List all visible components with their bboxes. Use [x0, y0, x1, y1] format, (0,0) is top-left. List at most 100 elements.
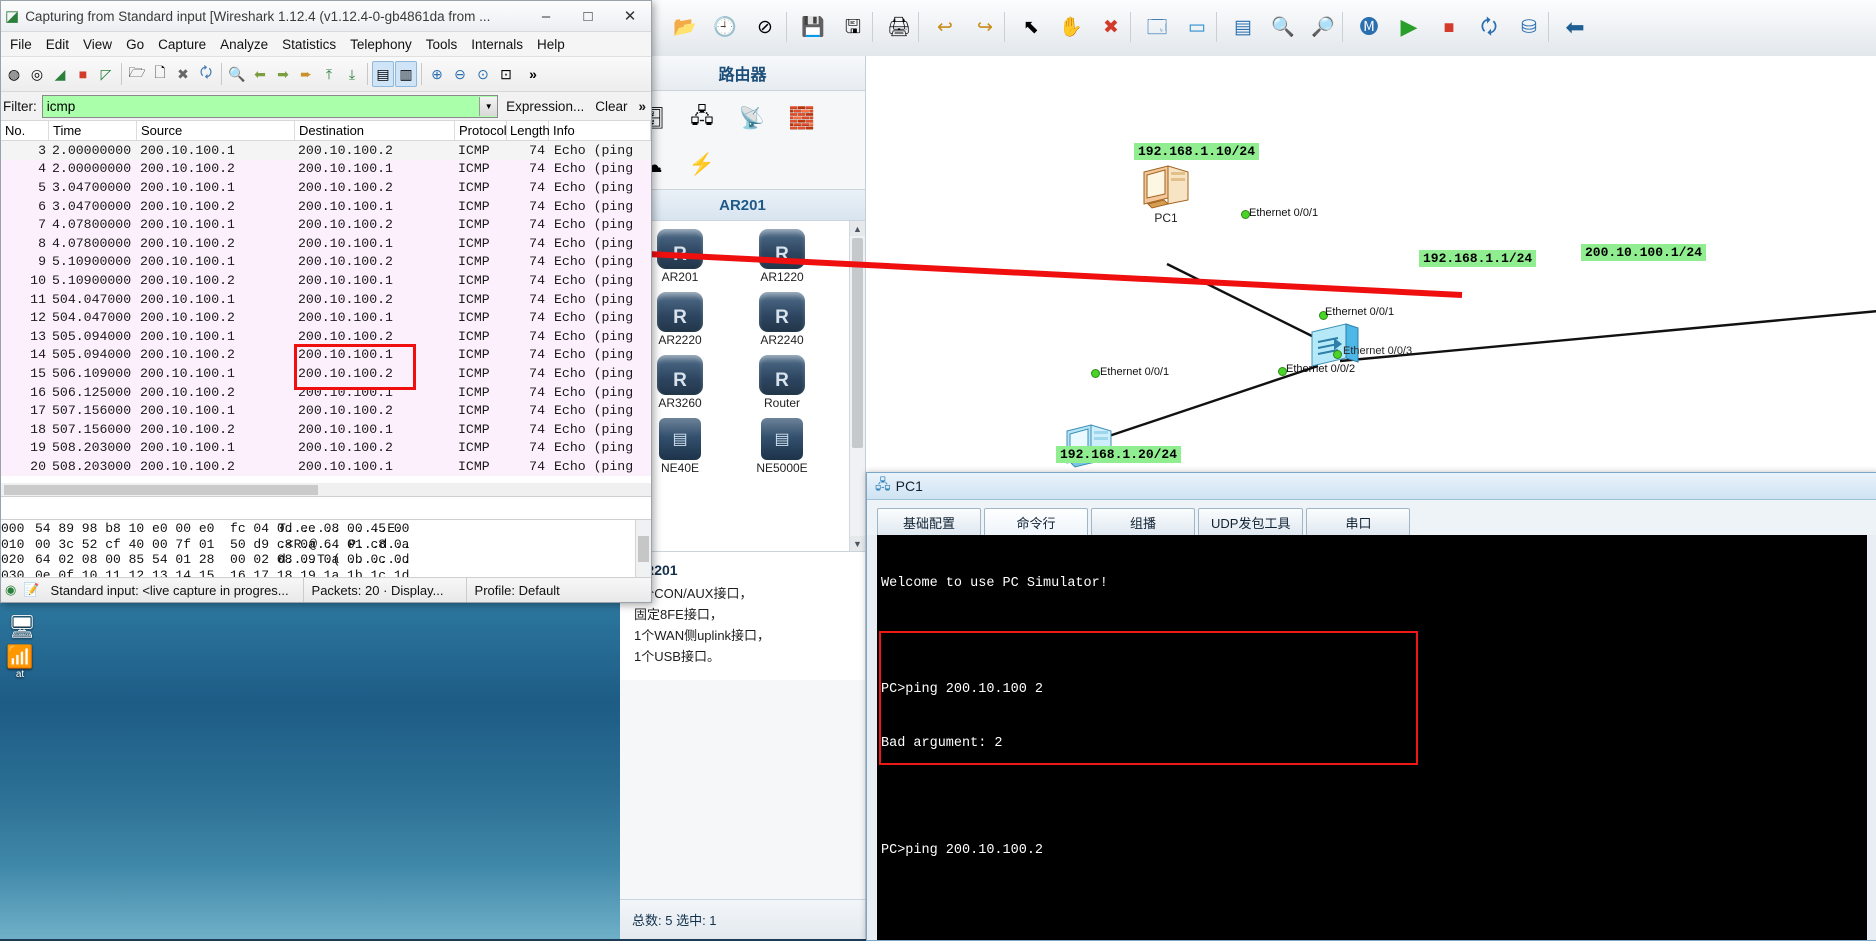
- column-source[interactable]: Source: [137, 121, 295, 140]
- save-as-icon[interactable]: 🖫: [834, 8, 872, 46]
- menu-tools[interactable]: Tools: [419, 35, 465, 54]
- table-row[interactable]: 6 3.04700000 200.10.100.2 200.10.100.1 ICMP 7…: [1, 196, 651, 216]
- filter-input[interactable]: icmp: [43, 99, 479, 114]
- save-icon[interactable]: 💾: [794, 8, 832, 46]
- packet-bytes-pane[interactable]: 000 54 89 98 b8 10 e0 00 e0 fc 04 0d ee 0…: [1, 519, 651, 584]
- table-row[interactable]: 18 507.156000 200.10.100.2 200.10.100.1 ICMP…: [1, 419, 651, 439]
- packet-list-hscrollbar[interactable]: [1, 483, 651, 496]
- scrollbar-thumb[interactable]: [638, 536, 649, 562]
- maximize-button[interactable]: □: [567, 2, 609, 31]
- print-icon[interactable]: 🖨: [880, 8, 918, 46]
- table-row[interactable]: 3 2.00000000 200.10.100.1 200.10.100.2 ICMP 7…: [1, 141, 651, 160]
- menu-file[interactable]: File: [3, 35, 39, 54]
- chevron-down-icon[interactable]: ▼: [479, 96, 498, 116]
- minimize-button[interactable]: –: [525, 2, 567, 31]
- tab-serial-port[interactable]: 串口: [1306, 508, 1411, 535]
- text-box-icon[interactable]: ▭: [1178, 8, 1216, 46]
- shape-icon[interactable]: ▤: [1224, 8, 1262, 46]
- start-capture-icon[interactable]: ◢: [49, 61, 71, 87]
- table-row[interactable]: 10 5.10900000 200.10.100.2 200.10.100.1 ICMP…: [1, 271, 651, 290]
- device-list[interactable]: R AR201 R AR1220 R AR2220 R AR2240 R AR3…: [620, 221, 865, 552]
- close-file-icon[interactable]: ✖: [172, 61, 194, 87]
- tab-udp-tool[interactable]: UDP发包工具: [1198, 508, 1304, 535]
- start-all-icon[interactable]: ▶: [1390, 8, 1428, 46]
- scroll-down-icon[interactable]: ▼: [850, 536, 865, 551]
- select-pointer-icon[interactable]: ⬉: [1012, 8, 1050, 46]
- device-item-router[interactable]: R Router: [744, 355, 820, 410]
- menu-capture[interactable]: Capture: [151, 35, 213, 54]
- zoom-out-icon[interactable]: ⊖: [449, 61, 471, 87]
- tab-basic-config[interactable]: 基础配置: [877, 508, 981, 535]
- table-row[interactable]: 19 508.203000 200.10.100.1 200.10.100.2 ICMP…: [1, 438, 651, 458]
- wlan-category-icon[interactable]: 📡: [730, 99, 774, 139]
- tab-command-line[interactable]: 命令行: [984, 508, 1088, 535]
- column-time[interactable]: Time: [49, 121, 137, 140]
- hex-scrollbar[interactable]: [635, 520, 651, 583]
- menu-view[interactable]: View: [76, 35, 119, 54]
- go-forward-icon[interactable]: ➡: [272, 61, 294, 87]
- device-item-ar3260[interactable]: R AR3260: [642, 355, 718, 410]
- table-row[interactable]: 5 3.04700000 200.10.100.1 200.10.100.2 ICMP 7…: [1, 178, 651, 197]
- redo-icon[interactable]: ↪: [966, 8, 1004, 46]
- table-row[interactable]: 11 504.047000 200.10.100.1 200.10.100.2 ICMP…: [1, 289, 651, 309]
- packet-list[interactable]: No. Time Source Destination Protocol Len…: [1, 121, 651, 497]
- exit-icon[interactable]: ⬅: [1556, 8, 1594, 46]
- go-back-icon[interactable]: ⬅: [249, 61, 271, 87]
- tab-multicast[interactable]: 组播: [1091, 508, 1195, 535]
- device-item-ne5000e[interactable]: ▤ NE5000E: [744, 418, 820, 475]
- find-packet-icon[interactable]: 🔍: [226, 61, 248, 87]
- undo-icon[interactable]: ↩: [926, 8, 964, 46]
- pc1-console-output[interactable]: Welcome to use PC Simulator! PC>ping 200…: [877, 535, 1867, 940]
- recent-icon[interactable]: 🕘: [706, 8, 744, 46]
- zoom-reset-icon[interactable]: ⊙: [472, 61, 494, 87]
- device-item-ne40e[interactable]: ▤ NE40E: [642, 418, 718, 475]
- auto-scroll-icon[interactable]: ▥: [395, 61, 417, 87]
- colorize-icon[interactable]: ▤: [372, 61, 394, 87]
- table-row[interactable]: 9 5.10900000 200.10.100.1 200.10.100.2 ICMP 7…: [1, 252, 651, 272]
- hand-pan-icon[interactable]: ✋: [1052, 8, 1090, 46]
- menu-internals[interactable]: Internals: [464, 35, 530, 54]
- capture-packet-icon[interactable]: 🗔: [1138, 8, 1176, 46]
- device-item-ar1220[interactable]: R AR1220: [744, 229, 820, 284]
- table-row[interactable]: 20 508.203000 200.10.100.2 200.10.100.1 ICMP…: [1, 457, 651, 476]
- expression-button[interactable]: Expression...: [503, 99, 587, 114]
- device-item-ar201[interactable]: R AR201: [642, 229, 718, 284]
- filter-overflow-button[interactable]: »: [635, 99, 649, 114]
- packet-detail-pane[interactable]: [1, 497, 651, 519]
- clear-filter-button[interactable]: Clear: [592, 99, 630, 114]
- capture-comment-icon[interactable]: 📝: [20, 578, 42, 602]
- device-item-ar2220[interactable]: R AR2220: [642, 292, 718, 347]
- go-last-packet-icon[interactable]: ⤓: [341, 61, 363, 87]
- save-file-icon[interactable]: 🗋: [149, 61, 171, 87]
- menu-statistics[interactable]: Statistics: [275, 35, 343, 54]
- help-circle-icon[interactable]: ⊘: [746, 8, 784, 46]
- menu-telephony[interactable]: Telephony: [343, 35, 419, 54]
- device-item-ar2240[interactable]: R AR2240: [744, 292, 820, 347]
- reload-icon[interactable]: 🗘: [195, 61, 217, 87]
- scroll-up-icon[interactable]: ▲: [850, 221, 865, 236]
- filter-input-wrapper[interactable]: icmp ▼: [41, 94, 499, 118]
- table-row[interactable]: 17 507.156000 200.10.100.1 200.10.100.2 ICMP…: [1, 401, 651, 420]
- restart-icon[interactable]: 🗘: [1470, 8, 1508, 46]
- device-list-scrollbar[interactable]: ▲ ▼: [849, 221, 865, 551]
- open-file-icon[interactable]: 🗁: [126, 61, 148, 87]
- toolbar-overflow-button[interactable]: »: [522, 61, 544, 87]
- interfaces-icon[interactable]: ◍: [3, 61, 25, 87]
- table-row[interactable]: 13 505.094000 200.10.100.1 200.10.100.2 ICMP…: [1, 326, 651, 346]
- zoom-in-icon[interactable]: 🔍: [1264, 8, 1302, 46]
- topology-icon[interactable]: ⛁: [1510, 8, 1548, 46]
- zoom-out-icon[interactable]: 🔎: [1304, 8, 1342, 46]
- desktop-icon-this-pc[interactable]: 🖥: [2, 615, 42, 639]
- column-info[interactable]: Info: [549, 121, 651, 140]
- stop-all-icon[interactable]: ■: [1430, 8, 1468, 46]
- menu-edit[interactable]: Edit: [39, 35, 76, 54]
- close-button[interactable]: ✕: [609, 2, 651, 31]
- scrollbar-thumb[interactable]: [4, 485, 318, 495]
- table-row[interactable]: 16 506.125000 200.10.100.2 200.10.100.1 ICMP…: [1, 382, 651, 402]
- expert-info-icon[interactable]: ◉: [1, 578, 20, 602]
- table-row[interactable]: 12 504.047000 200.10.100.2 200.10.100.1 ICMP…: [1, 308, 651, 327]
- column-protocol[interactable]: Protocol: [455, 121, 507, 140]
- table-row[interactable]: 14 505.094000 200.10.100.2 200.10.100.1 ICMP…: [1, 345, 651, 365]
- column-destination[interactable]: Destination: [295, 121, 455, 140]
- table-row[interactable]: 4 2.00000000 200.10.100.2 200.10.100.1 ICMP 7…: [1, 159, 651, 179]
